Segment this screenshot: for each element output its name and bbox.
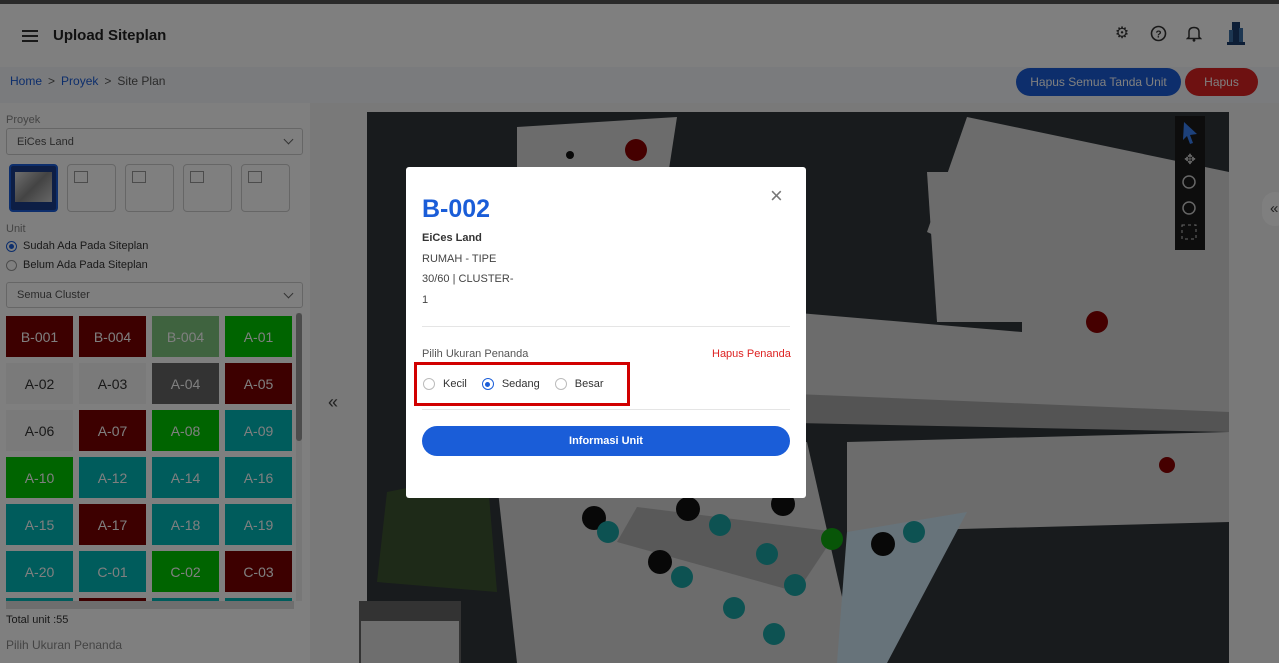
divider bbox=[422, 326, 790, 327]
unit-type-line: 1 bbox=[422, 294, 429, 306]
size-kecil-radio[interactable]: Kecil bbox=[423, 378, 467, 390]
size-option-label: Besar bbox=[574, 378, 604, 390]
unit-type-line: RUMAH - TIPE bbox=[422, 253, 497, 265]
size-besar-radio[interactable]: Besar bbox=[554, 378, 604, 390]
size-option-label: Kecil bbox=[443, 378, 467, 390]
radio-selected-icon bbox=[481, 378, 494, 390]
divider bbox=[422, 409, 790, 410]
hapus-penanda-link[interactable]: Hapus Penanda bbox=[712, 348, 791, 360]
size-option-label: Sedang bbox=[501, 378, 540, 390]
size-label: Pilih Ukuran Penanda bbox=[422, 348, 529, 360]
size-sedang-radio[interactable]: Sedang bbox=[481, 378, 540, 390]
radio-icon bbox=[423, 378, 435, 390]
informasi-unit-button[interactable]: Informasi Unit bbox=[422, 426, 790, 456]
size-options: Kecil Sedang Besar bbox=[414, 362, 630, 406]
unit-type-line: 30/60 | CLUSTER- bbox=[422, 273, 514, 285]
close-icon[interactable]: × bbox=[770, 185, 783, 207]
unit-project: EiCes Land bbox=[422, 232, 482, 244]
unit-modal: × B-002 EiCes Land RUMAH - TIPE 30/60 | … bbox=[406, 167, 806, 498]
radio-icon bbox=[554, 378, 567, 390]
unit-code: B-002 bbox=[422, 195, 491, 223]
